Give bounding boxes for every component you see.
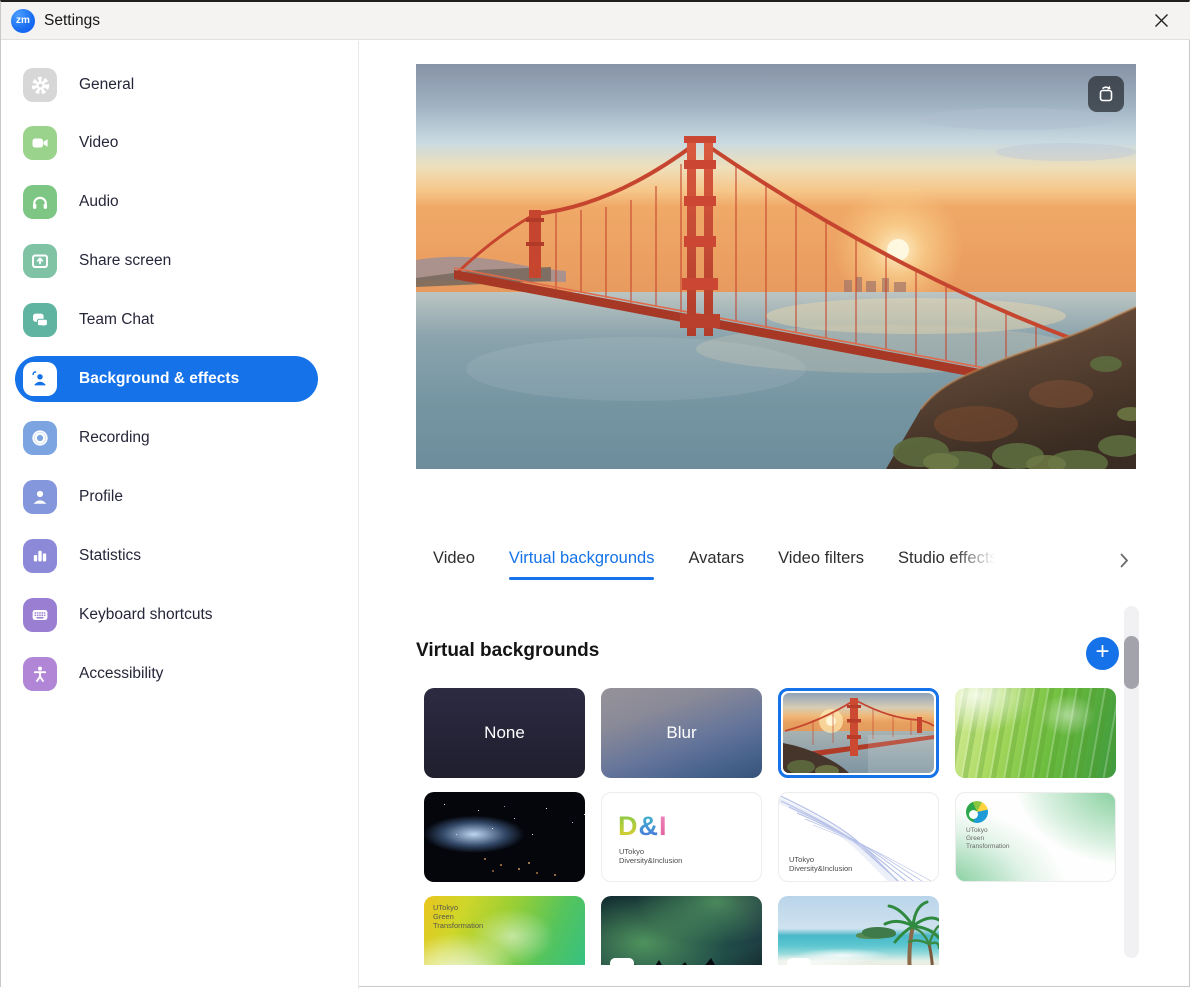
sidebar-item-video[interactable]: Video	[15, 120, 318, 166]
record-circle-icon	[23, 421, 57, 455]
golden-gate-sunset-image	[416, 64, 1136, 469]
virtual-backgrounds-heading: Virtual backgrounds	[416, 640, 599, 662]
sidebar-item-recording[interactable]: Recording	[15, 415, 318, 461]
background-thumbnail-earth[interactable]	[424, 792, 585, 882]
sidebar-item-label: Profile	[79, 488, 123, 506]
background-thumbnail-grass[interactable]	[955, 688, 1116, 778]
sidebar-item-label: Team Chat	[79, 311, 154, 329]
background-thumbnail-blur[interactable]: Blur	[601, 688, 762, 778]
sidebar-item-profile[interactable]: Profile	[15, 474, 318, 520]
sidebar-item-general[interactable]: General	[15, 62, 318, 108]
plus-icon: +	[1095, 640, 1109, 664]
title-bar: zm Settings	[1, 2, 1190, 40]
window-title: Settings	[44, 12, 100, 30]
mirror-video-button[interactable]	[1088, 76, 1124, 112]
background-thumbnail-utokyo-gx-gradient[interactable]: UTokyo Green Transformation	[424, 896, 585, 965]
scrollbar-thumb[interactable]	[1124, 636, 1139, 689]
tree-silhouette-decoration	[601, 896, 762, 965]
mirror-flip-icon	[1096, 84, 1116, 104]
zoom-logo: zm	[11, 9, 35, 33]
close-button[interactable]	[1139, 2, 1183, 39]
tabs-overflow-button[interactable]	[1113, 548, 1135, 572]
sidebar-item-keyboard-shortcuts[interactable]: Keyboard shortcuts	[15, 592, 318, 638]
gear-icon	[23, 68, 57, 102]
sidebar-item-share-screen[interactable]: Share screen	[15, 238, 318, 284]
utokyo-caption: UTokyo Green Transformation	[966, 827, 1009, 851]
video-preview-golden-gate	[416, 64, 1136, 469]
background-thumbnail-golden-gate-selected[interactable]	[778, 688, 939, 778]
background-thumbnail-aurora[interactable]	[601, 896, 762, 965]
sidebar-item-accessibility[interactable]: Accessibility	[15, 651, 318, 697]
sidebar-item-statistics[interactable]: Statistics	[15, 533, 318, 579]
utokyo-gx-logo	[966, 801, 988, 823]
dni-logo: D&I	[618, 811, 668, 842]
sidebar-item-label: Statistics	[79, 547, 141, 565]
tab-video[interactable]: Video	[433, 540, 475, 580]
tab-studio-effects[interactable]: Studio effects	[898, 540, 998, 580]
share-screen-icon	[23, 244, 57, 278]
background-thumbnail-utokyo-gx-white[interactable]: UTokyo Green Transformation	[955, 792, 1116, 882]
bar-chart-icon	[23, 539, 57, 573]
tab-video-filters[interactable]: Video filters	[778, 540, 864, 580]
city-lights-decoration	[484, 858, 486, 860]
sidebar-item-label: Keyboard shortcuts	[79, 606, 213, 624]
stars-decoration	[444, 804, 445, 805]
sidebar-item-label: General	[79, 76, 134, 94]
background-thumbnail-utokyo-dni-logo[interactable]: D&I UTokyo Diversity&Inclusion	[601, 792, 762, 882]
palm-tree-decoration	[849, 896, 939, 965]
background-thumbnail-utokyo-dni-wave[interactable]: UTokyo Diversity&Inclusion	[778, 792, 939, 882]
person-icon	[23, 480, 57, 514]
close-icon	[1154, 13, 1169, 28]
video-camera-icon	[23, 126, 57, 160]
background-thumbnail-none[interactable]: None	[424, 688, 585, 778]
sidebar-item-label: Share screen	[79, 252, 171, 270]
sidebar-item-label: Accessibility	[79, 665, 163, 683]
sidebar-item-label: Video	[79, 134, 118, 152]
chevron-right-icon	[1120, 553, 1129, 568]
thumbnail-label: None	[424, 688, 585, 778]
sidebar-item-label: Audio	[79, 193, 119, 211]
sidebar-item-background-effects[interactable]: Background & effects	[15, 356, 318, 402]
video-background-badge	[787, 958, 811, 965]
chat-bubbles-icon	[23, 303, 57, 337]
thumbnail-label: Blur	[601, 688, 762, 778]
tab-avatars[interactable]: Avatars	[688, 540, 744, 580]
sidebar-item-audio[interactable]: Audio	[15, 179, 318, 225]
sidebar-item-team-chat[interactable]: Team Chat	[15, 297, 318, 343]
add-background-button[interactable]: +	[1086, 637, 1119, 670]
golden-gate-thumb-image	[783, 693, 934, 773]
utokyo-caption: UTokyo Diversity&Inclusion	[789, 855, 852, 873]
keyboard-icon	[23, 598, 57, 632]
virtual-backgrounds-grid: None Blur	[424, 688, 1124, 965]
person-frame-icon	[23, 362, 57, 396]
background-thumbnail-beach[interactable]	[778, 896, 939, 965]
tab-virtual-backgrounds[interactable]: Virtual backgrounds	[509, 540, 655, 580]
video-background-badge	[610, 958, 634, 965]
settings-sidebar: General Video Audio Share screen Team Ch…	[1, 41, 359, 989]
background-tabs: Video Virtual backgrounds Avatars Video …	[433, 540, 998, 580]
utokyo-caption: UTokyo Diversity&Inclusion	[619, 847, 682, 865]
utokyo-caption: UTokyo Green Transformation	[433, 903, 483, 930]
sidebar-item-label: Background & effects	[79, 370, 239, 388]
headphones-icon	[23, 185, 57, 219]
accessibility-icon	[23, 657, 57, 691]
sidebar-item-label: Recording	[79, 429, 150, 447]
